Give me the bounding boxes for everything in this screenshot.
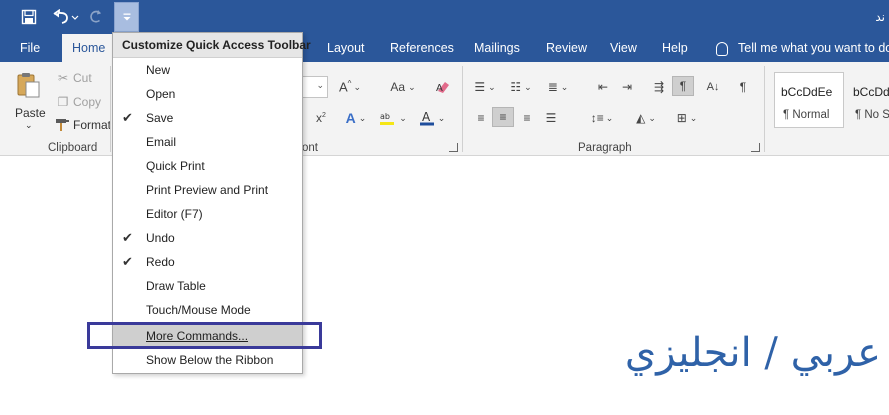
menu-item-label: Draw Table bbox=[146, 279, 206, 293]
menu-item-label: Quick Print bbox=[146, 159, 205, 173]
tab-file[interactable]: File bbox=[20, 34, 40, 62]
menu-item-print-preview[interactable]: Print Preview and Print bbox=[113, 178, 302, 202]
menu-item-undo[interactable]: ✔ Undo bbox=[113, 226, 302, 250]
redo-icon[interactable] bbox=[86, 6, 106, 28]
menu-item-label: Redo bbox=[146, 255, 175, 269]
font-size-box[interactable]: ⌄ bbox=[302, 76, 328, 98]
menu-item-draw-table[interactable]: Draw Table bbox=[113, 274, 302, 298]
style-name: ¶ No Sp bbox=[855, 109, 889, 121]
tab-home[interactable]: Home bbox=[62, 34, 116, 62]
style-no-spacing[interactable]: bCcDd ¶ No Sp bbox=[846, 72, 889, 128]
menu-item-label: New bbox=[146, 63, 171, 77]
align-left-icon[interactable]: ≡ bbox=[470, 108, 492, 128]
svg-text:A: A bbox=[422, 110, 431, 124]
line-spacing-icon[interactable]: ↕≡ ⌄ bbox=[586, 108, 618, 128]
svg-text:ab: ab bbox=[380, 112, 390, 121]
paragraph-group-label: Paragraph bbox=[578, 142, 632, 154]
superscript-icon[interactable]: x2 bbox=[310, 108, 332, 128]
menu-item-label: Editor (F7) bbox=[146, 207, 203, 221]
group-separator bbox=[462, 66, 463, 152]
cut-button[interactable]: Cut bbox=[73, 71, 92, 85]
align-center-icon[interactable]: ≡ bbox=[492, 107, 514, 127]
group-separator bbox=[110, 66, 111, 152]
menu-item-label: Print Preview and Print bbox=[146, 183, 269, 197]
format-painter-icon bbox=[52, 115, 74, 135]
copy-icon: ❐ bbox=[57, 95, 69, 109]
style-name: ¶ Normal bbox=[783, 109, 830, 121]
clear-format-icon[interactable]: A bbox=[432, 77, 454, 97]
decrease-indent-icon[interactable]: ⇤ bbox=[592, 77, 614, 97]
annotation-highlight-box bbox=[87, 322, 322, 349]
clipboard-group-label: Clipboard bbox=[48, 142, 98, 154]
numbering-icon[interactable]: ☷ ⌄ bbox=[506, 77, 536, 97]
format-painter-button[interactable]: Format bbox=[73, 118, 111, 132]
style-sample: bCcDdEe bbox=[781, 85, 833, 99]
font-dialog-launcher-icon[interactable] bbox=[449, 143, 458, 152]
tab-layout[interactable]: Layout bbox=[327, 34, 365, 62]
menu-item-touch-mouse-mode[interactable]: Touch/Mouse Mode bbox=[113, 298, 302, 322]
style-normal[interactable]: bCcDdEe ¶ Normal bbox=[774, 72, 844, 128]
group-separator bbox=[764, 66, 765, 152]
paste-chevron-icon[interactable]: ⌄ bbox=[25, 120, 33, 131]
menu-item-label: Email bbox=[146, 135, 177, 149]
menu-item-label: Undo bbox=[146, 231, 175, 245]
bullets-icon[interactable]: ☰ ⌄ bbox=[470, 77, 500, 97]
style-sample: bCcDd bbox=[853, 85, 889, 99]
svg-text:A: A bbox=[436, 83, 443, 94]
menu-item-redo[interactable]: ✔ Redo bbox=[113, 250, 302, 274]
menu-item-new[interactable]: New bbox=[113, 58, 302, 82]
tab-mailings[interactable]: Mailings bbox=[474, 34, 520, 62]
menu-item-label: Save bbox=[146, 111, 174, 125]
menu-item-label: Open bbox=[146, 87, 176, 101]
title-bar: ند bbox=[0, 0, 889, 34]
menu-item-save[interactable]: ✔ Save bbox=[113, 106, 302, 130]
tab-view[interactable]: View bbox=[610, 34, 637, 62]
document-arabic-text: عربي / انجليزي bbox=[624, 330, 881, 376]
customize-dropdown-icon[interactable] bbox=[114, 2, 139, 32]
save-icon[interactable] bbox=[18, 6, 40, 28]
menu-item-label: Touch/Mouse Mode bbox=[146, 303, 251, 317]
menu-header: Customize Quick Access Toolbar bbox=[113, 33, 311, 58]
multilevel-list-icon[interactable]: ≣ ⌄ bbox=[542, 77, 574, 97]
menu-item-email[interactable]: Email bbox=[113, 130, 302, 154]
align-right-icon[interactable]: ≡ bbox=[516, 108, 538, 128]
title-text: ند bbox=[875, 10, 885, 24]
justify-icon[interactable]: ☰ bbox=[540, 108, 562, 128]
ltr-direction-icon[interactable]: ⇶ bbox=[648, 77, 670, 97]
text-effects-icon[interactable]: A ⌄ bbox=[340, 108, 372, 128]
font-color-icon[interactable]: A ⌄ bbox=[415, 108, 449, 128]
grow-font-icon[interactable]: A^ ⌄ bbox=[334, 77, 366, 97]
paste-icon[interactable] bbox=[14, 70, 44, 100]
menu-item-label: Show Below the Ribbon bbox=[146, 353, 274, 367]
show-formatting-icon[interactable]: ¶ bbox=[732, 77, 754, 97]
highlight-icon[interactable]: ab ⌄ bbox=[375, 108, 411, 128]
menu-item-quick-print[interactable]: Quick Print bbox=[113, 154, 302, 178]
tab-review[interactable]: Review bbox=[546, 34, 587, 62]
tab-references[interactable]: References bbox=[390, 34, 454, 62]
copy-button[interactable]: Copy bbox=[73, 95, 101, 109]
paragraph-dialog-launcher-icon[interactable] bbox=[751, 143, 760, 152]
check-icon: ✔ bbox=[122, 110, 133, 125]
lightbulb-icon bbox=[716, 41, 728, 56]
menu-item-editor[interactable]: Editor (F7) bbox=[113, 202, 302, 226]
tell-me-search[interactable]: Tell me what you want to do bbox=[716, 34, 889, 62]
increase-indent-icon[interactable]: ⇥ bbox=[616, 77, 638, 97]
shading-icon[interactable]: ◭ ⌄ bbox=[628, 108, 664, 128]
check-icon: ✔ bbox=[122, 230, 133, 245]
scissors-icon: ✂ bbox=[57, 71, 69, 85]
tab-help[interactable]: Help bbox=[662, 34, 688, 62]
sort-icon[interactable]: A↓ bbox=[702, 77, 724, 97]
undo-icon[interactable] bbox=[48, 6, 82, 28]
menu-item-open[interactable]: Open bbox=[113, 82, 302, 106]
menu-item-show-below-ribbon[interactable]: Show Below the Ribbon bbox=[113, 348, 302, 372]
check-icon: ✔ bbox=[122, 254, 133, 269]
borders-icon[interactable]: ⊞ ⌄ bbox=[670, 108, 704, 128]
change-case-icon[interactable]: Aa ⌄ bbox=[386, 77, 420, 97]
font-group-label: ont bbox=[302, 142, 318, 154]
paste-button[interactable]: Paste bbox=[15, 106, 46, 120]
tell-me-text: Tell me what you want to do bbox=[738, 41, 889, 55]
rtl-direction-icon[interactable]: ¶ bbox=[672, 76, 694, 96]
